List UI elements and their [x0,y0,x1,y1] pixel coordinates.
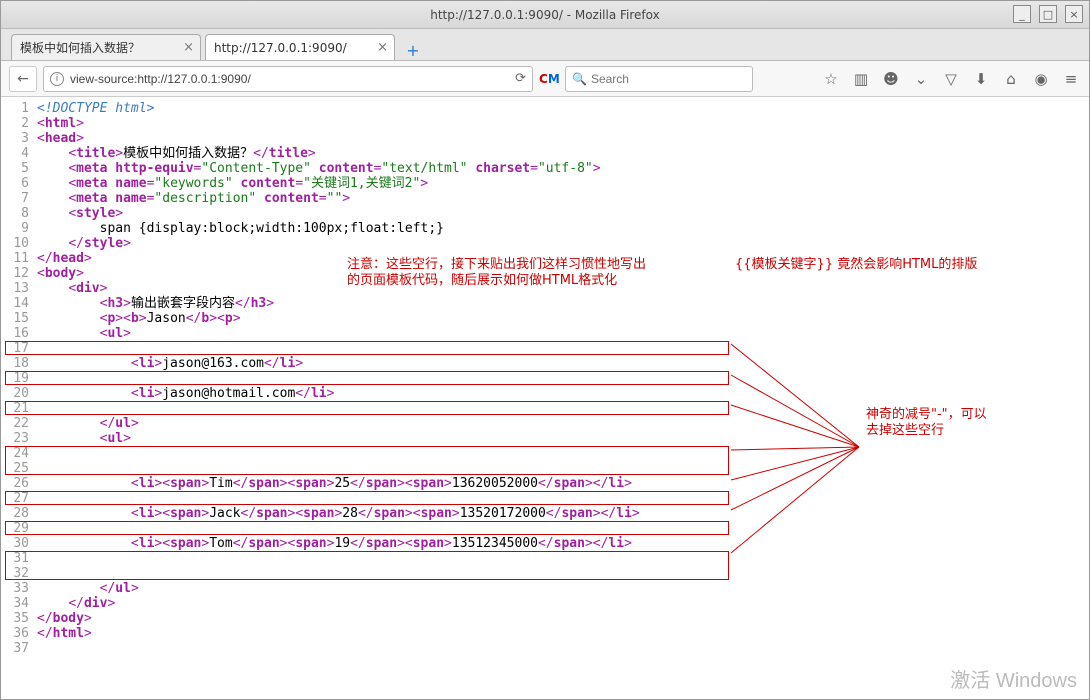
watermark: 激活 Windows [950,664,1077,693]
search-icon: 🔍 [572,72,587,86]
close-icon[interactable]: × [377,40,388,55]
close-button[interactable]: × [1065,5,1083,23]
page-content: 注意：这些空行，接下来贴出我们这样习惯性地写出 的页面模板代码，随后展示如何做H… [1,97,1089,700]
library-icon[interactable]: ▥ [851,69,871,89]
close-icon[interactable]: × [183,40,194,55]
source-code: 1<!DOCTYPE html> 2<html> 3<head> 4 <titl… [1,97,1089,656]
menu-icon[interactable]: ≡ [1061,69,1081,89]
url-bar[interactable]: i ⟳ [43,66,533,92]
bookmark-icon[interactable]: ☆ [821,69,841,89]
tab-label: http://127.0.0.1:9090/ [214,41,347,55]
window-title: http://127.0.0.1:9090/ - Mozilla Firefox [430,8,659,22]
url-input[interactable] [70,72,509,86]
smiley-icon[interactable]: ☻ [881,69,901,89]
home-icon[interactable]: ⌂ [1001,69,1021,89]
maximize-button[interactable]: □ [1039,5,1057,23]
download-icon[interactable]: ⬇ [971,69,991,89]
info-icon[interactable]: i [50,72,64,86]
titlebar: http://127.0.0.1:9090/ - Mozilla Firefox… [1,1,1089,29]
minimize-button[interactable]: _ [1013,5,1031,23]
search-input[interactable] [591,72,746,86]
tab-0[interactable]: 模板中如何插入数据？ × [11,34,201,60]
browser-window: http://127.0.0.1:9090/ - Mozilla Firefox… [0,0,1090,700]
plugin-icon[interactable]: CM [539,72,559,86]
tab-strip: 模板中如何插入数据？ × http://127.0.0.1:9090/ × + [1,29,1089,61]
shield-icon[interactable]: ▽ [941,69,961,89]
nav-toolbar: ← i ⟳ CM 🔍 ☆ ▥ ☻ ⌄ ▽ ⬇ ⌂ ◉ ≡ [1,61,1089,97]
back-button[interactable]: ← [9,66,37,92]
tab-label: 模板中如何插入数据？ [20,39,140,56]
reload-icon[interactable]: ⟳ [515,71,526,86]
search-bar[interactable]: 🔍 [565,66,753,92]
tab-1[interactable]: http://127.0.0.1:9090/ × [205,34,395,60]
pocket-icon[interactable]: ⌄ [911,69,931,89]
addon-icon[interactable]: ◉ [1031,69,1051,89]
new-tab-button[interactable]: + [403,40,423,60]
